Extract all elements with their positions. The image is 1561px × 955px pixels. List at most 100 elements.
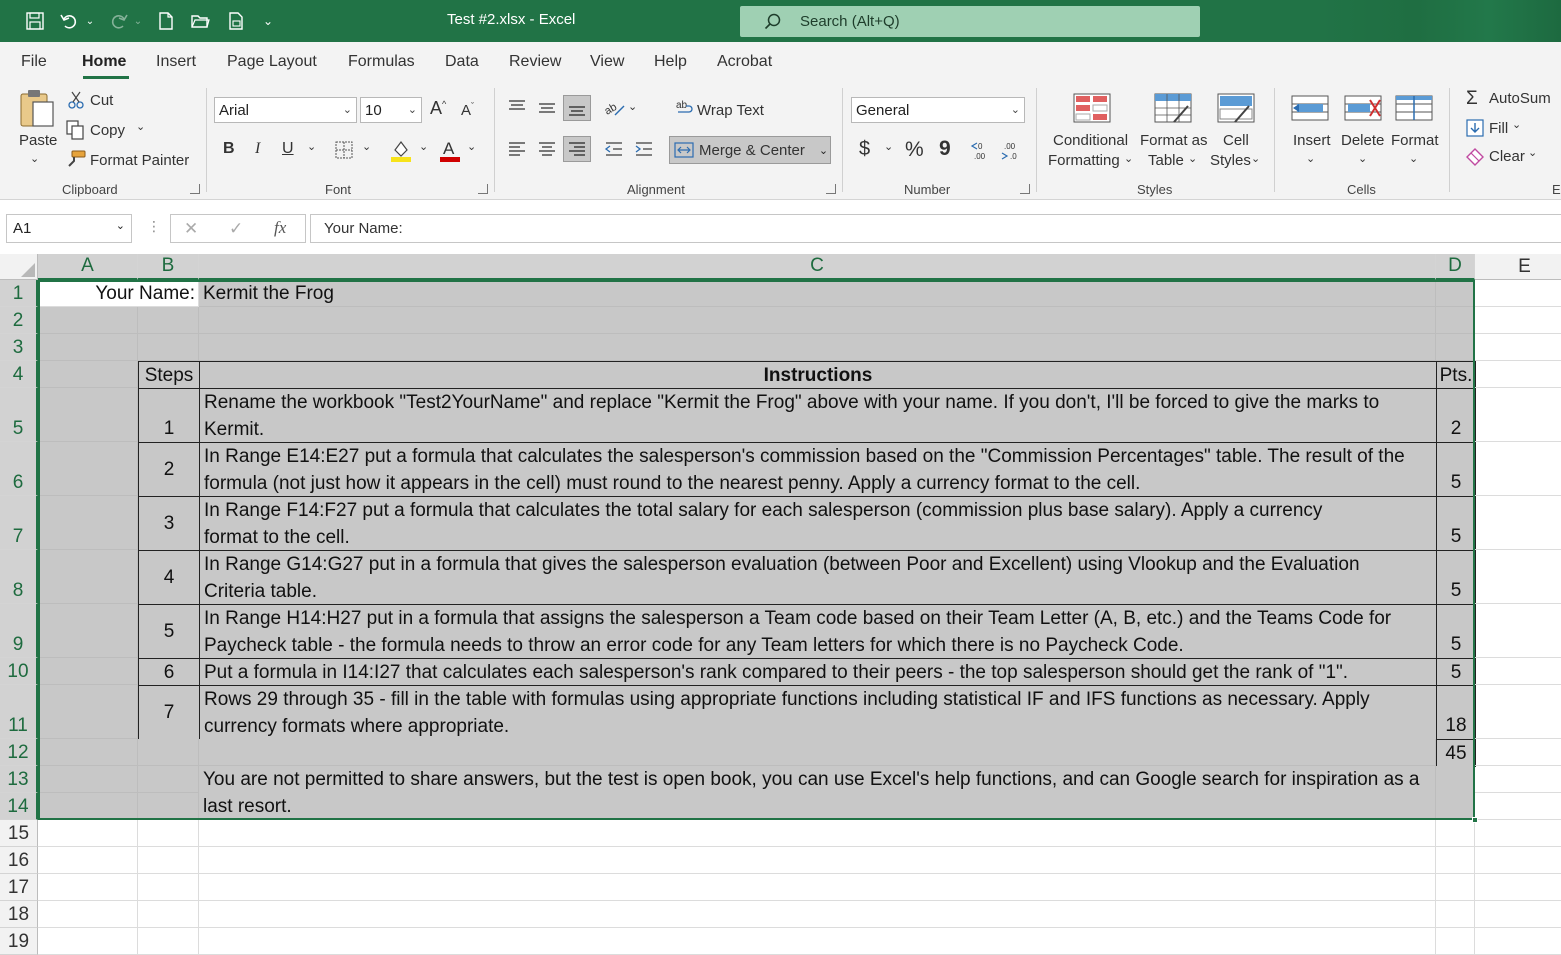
format-painter-icon[interactable] (66, 150, 86, 168)
tab-page-layout[interactable]: Page Layout (227, 53, 317, 71)
alignment-launcher-icon[interactable] (826, 184, 836, 194)
cell-d1[interactable] (1436, 280, 1475, 307)
tab-insert[interactable]: Insert (156, 53, 196, 71)
cell-d9-step-5-pts[interactable]: 5 (1436, 604, 1476, 659)
cell-styles-label-2[interactable]: Styles (1210, 152, 1251, 169)
format-as-table-dropdown-icon[interactable]: ⌄ (1188, 152, 1197, 165)
cell-b7-step-3[interactable]: 3 (138, 496, 200, 551)
search-input[interactable]: Search (Alt+Q) (740, 6, 1200, 37)
cell-styles-label-1[interactable]: Cell (1223, 132, 1249, 149)
print-preview-icon[interactable] (225, 10, 247, 32)
cell-e17[interactable] (1475, 874, 1561, 901)
italic-button[interactable]: I (255, 140, 260, 158)
delete-cells-icon[interactable] (1344, 92, 1382, 126)
cell-e7[interactable] (1475, 496, 1561, 550)
conditional-formatting-label-2[interactable]: Formatting (1048, 152, 1120, 169)
fill-color-icon[interactable] (390, 138, 412, 162)
tab-view[interactable]: View (590, 53, 624, 71)
cell-b2[interactable] (138, 307, 199, 334)
cell-e8[interactable] (1475, 550, 1561, 604)
cell-c1-your-name-value[interactable]: Kermit the Frog (199, 280, 1436, 307)
insert-cells-icon[interactable] (1291, 92, 1329, 126)
copy-button[interactable]: Copy (90, 122, 125, 139)
decrease-font-icon[interactable]: Aˇ (461, 101, 474, 119)
format-as-table-label-2[interactable]: Table (1148, 152, 1184, 169)
borders-icon[interactable] (334, 140, 354, 160)
cell-d19[interactable] (1436, 928, 1475, 955)
row-header-13[interactable]: 13 (0, 766, 38, 793)
row-header-4[interactable]: 4 (0, 361, 38, 388)
cell-c18[interactable] (199, 901, 1436, 928)
row-header-11[interactable]: 11 (0, 685, 38, 739)
cell-d15[interactable] (1436, 820, 1475, 847)
cell-d3[interactable] (1436, 334, 1475, 361)
cell-e3[interactable] (1475, 334, 1561, 361)
tab-data[interactable]: Data (445, 53, 479, 71)
conditional-formatting-icon[interactable] (1073, 92, 1111, 126)
wrap-text-button[interactable]: Wrap Text (697, 102, 764, 119)
formula-input[interactable]: Your Name: (310, 214, 1561, 243)
borders-dropdown-icon[interactable]: ⌄ (362, 140, 371, 153)
currency-button[interactable]: $ (859, 138, 870, 161)
cell-b18[interactable] (138, 901, 199, 928)
cell-c6-step-2-text[interactable]: In Range E14:E27 put a formula that calc… (199, 442, 1437, 497)
cell-a5[interactable] (38, 388, 138, 442)
delete-dropdown-icon[interactable]: ⌄ (1358, 152, 1367, 165)
cell-a9[interactable] (38, 604, 138, 658)
row-header-3[interactable]: 3 (0, 334, 38, 361)
decrease-indent-icon[interactable] (604, 140, 624, 158)
format-as-table-icon[interactable] (1154, 92, 1192, 126)
cell-e15[interactable] (1475, 820, 1561, 847)
underline-button[interactable]: U (282, 140, 294, 158)
row-header-17[interactable]: 17 (0, 874, 38, 901)
cell-c15[interactable] (199, 820, 1436, 847)
cell-a8[interactable] (38, 550, 138, 604)
clear-dropdown-icon[interactable]: ⌄ (1528, 146, 1537, 159)
cell-b17[interactable] (138, 874, 199, 901)
clear-button[interactable]: Clear (1489, 148, 1525, 165)
cell-a16[interactable] (38, 847, 138, 874)
bottom-align-icon[interactable] (563, 95, 591, 121)
font-color-icon[interactable]: A (439, 138, 461, 162)
font-size-select[interactable]: 10 ⌄ (360, 97, 422, 123)
cell-d13[interactable] (1436, 766, 1475, 820)
cell-a17[interactable] (38, 874, 138, 901)
column-header-d[interactable]: D (1436, 254, 1475, 280)
cell-a4[interactable] (38, 361, 138, 388)
column-header-e[interactable]: E (1475, 254, 1561, 280)
tab-review[interactable]: Review (509, 53, 561, 71)
cancel-icon[interactable]: ✕ (184, 219, 198, 239)
row-header-12[interactable]: 12 (0, 739, 38, 766)
cell-a13[interactable] (38, 766, 138, 793)
select-all-corner[interactable] (0, 254, 38, 280)
cell-b8-step-4[interactable]: 4 (138, 550, 200, 605)
autosum-button[interactable]: AutoSum (1489, 90, 1551, 107)
row-header-8[interactable]: 8 (0, 550, 38, 604)
cell-d11-step-7-pts[interactable]: 18 (1436, 685, 1476, 740)
cell-c7-step-3-text[interactable]: In Range F14:F27 put a formula that calc… (199, 496, 1437, 551)
decrease-decimal-icon[interactable]: .00.0 (1000, 140, 1024, 160)
worksheet-grid[interactable]: A B C D E 1 2 3 4 5 6 7 8 9 10 11 12 13 … (0, 254, 1561, 955)
align-center-icon[interactable] (537, 140, 557, 158)
font-launcher-icon[interactable] (478, 184, 488, 194)
percent-button[interactable]: % (905, 138, 924, 162)
cell-c11-step-7-text[interactable]: Rows 29 through 35 - fill in the table w… (199, 685, 1437, 740)
tab-file[interactable]: File (21, 53, 47, 71)
format-dropdown-icon[interactable]: ⌄ (1409, 152, 1418, 165)
currency-dropdown-icon[interactable]: ⌄ (884, 140, 893, 153)
cell-c12[interactable] (199, 739, 1436, 766)
comma-style-button[interactable]: 9 (939, 137, 951, 161)
cell-b1-your-name-label[interactable]: Your Name: (38, 280, 199, 307)
cell-a3[interactable] (38, 334, 138, 361)
cell-b11-step-7[interactable]: 7 (138, 685, 200, 740)
row-header-18[interactable]: 18 (0, 901, 38, 928)
cell-e2[interactable] (1475, 307, 1561, 334)
undo-icon[interactable] (58, 10, 80, 32)
row-header-14[interactable]: 14 (0, 793, 38, 820)
cell-c4-instructions-header[interactable]: Instructions (199, 361, 1437, 389)
cell-d4-pts-header[interactable]: Pts. (1436, 361, 1476, 389)
increase-decimal-icon[interactable]: 0.00 (970, 140, 994, 160)
cell-d7-step-3-pts[interactable]: 5 (1436, 496, 1476, 551)
autosum-icon[interactable]: Σ (1466, 88, 1478, 110)
cell-d6-step-2-pts[interactable]: 5 (1436, 442, 1476, 497)
